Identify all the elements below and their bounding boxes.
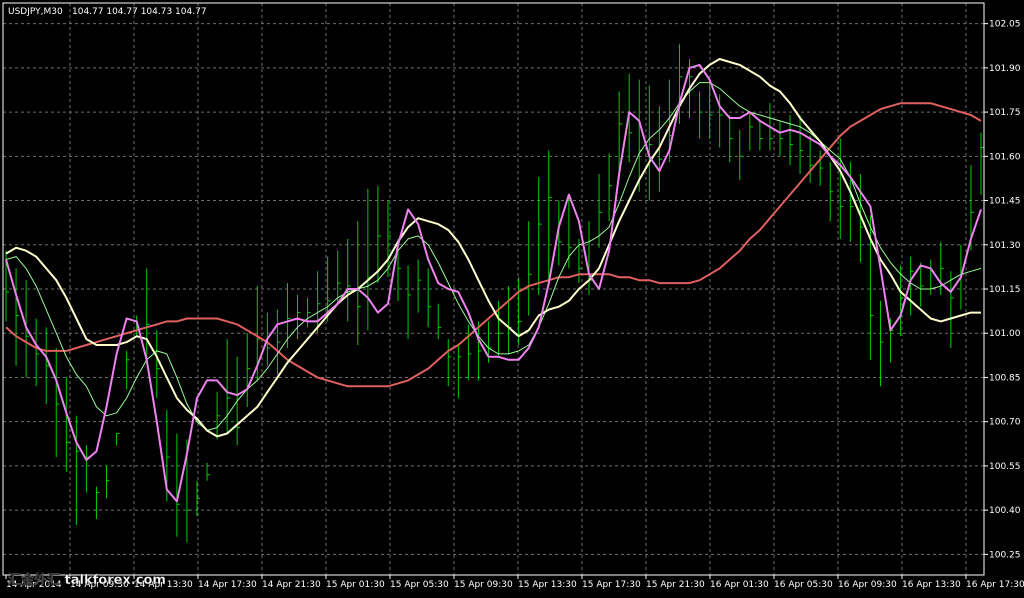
y-tick-label: 100.70 <box>989 418 1021 428</box>
x-tick-label: 16 Apr 13:30 <box>902 580 961 590</box>
y-tick-label: 101.15 <box>989 285 1021 295</box>
y-tick-label: 101.00 <box>989 329 1021 339</box>
x-tick-label: 16 Apr 05:30 <box>774 580 833 590</box>
y-tick-label: 100.40 <box>989 506 1021 516</box>
y-tick-label: 101.90 <box>989 64 1021 74</box>
chart-window: 102.05 101.90 101.75 101.60 101.45 101.30 101.… <box>0 0 1024 594</box>
price-chart: 102.05 101.90 101.75 101.60 101.45 101.30 101.… <box>0 0 1024 594</box>
x-tick-label: 16 Apr 17:30 <box>966 580 1024 590</box>
x-tick-label: 15 Apr 13:30 <box>518 580 577 590</box>
y-tick-label: 100.55 <box>989 462 1021 472</box>
y-tick-label: 101.45 <box>989 197 1021 207</box>
y-tick-label: 101.75 <box>989 108 1021 118</box>
x-tick-label: 15 Apr 05:30 <box>390 580 449 590</box>
y-tick-label: 102.05 <box>989 20 1021 30</box>
x-tick-label: 14 Apr 17:30 <box>198 580 257 590</box>
x-tick-label: 15 Apr 01:30 <box>326 580 385 590</box>
watermark-logo: 汇金外汇 talkforex.com <box>8 572 166 588</box>
x-tick-label: 16 Apr 09:30 <box>838 580 897 590</box>
symbol-timeframe: USDJPY,M30 <box>8 7 63 17</box>
y-tick-label: 101.30 <box>989 241 1021 251</box>
y-tick-label: 100.25 <box>989 550 1021 560</box>
ohlc-readout: 104.77 104.77 104.73 104.77 <box>72 7 207 17</box>
x-tick-label: 15 Apr 09:30 <box>454 580 513 590</box>
x-tick-label: 16 Apr 01:30 <box>710 580 769 590</box>
x-tick-label: 15 Apr 21:30 <box>646 580 705 590</box>
y-tick-label: 100.85 <box>989 373 1021 383</box>
x-tick-label: 14 Apr 21:30 <box>262 580 321 590</box>
y-tick-label: 101.60 <box>989 152 1021 162</box>
x-tick-label: 15 Apr 17:30 <box>582 580 641 590</box>
